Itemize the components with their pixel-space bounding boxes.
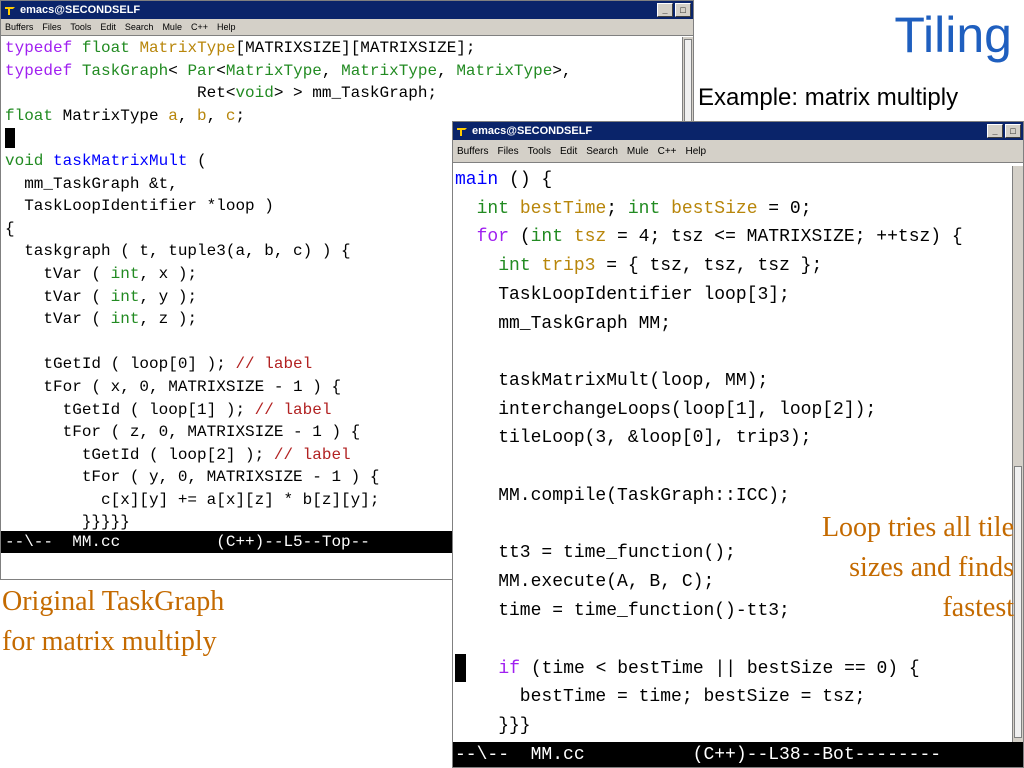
caption-line: for matrix multiply	[2, 626, 217, 657]
caption-line: Loop tries all tile	[821, 512, 1014, 543]
menu-edit[interactable]: Edit	[560, 146, 577, 157]
window-title: emacs@SECONDSELF	[472, 125, 593, 137]
slide-subtitle: Example: matrix multiply	[698, 84, 959, 111]
text-cursor	[455, 653, 466, 682]
window-title: emacs@SECONDSELF	[20, 4, 141, 16]
emacs-logo-icon	[3, 4, 17, 16]
menu-cpp[interactable]: C++	[191, 22, 208, 32]
menu-buffers[interactable]: Buffers	[5, 22, 33, 32]
minimize-icon[interactable]: _	[657, 3, 673, 17]
menu-search[interactable]: Search	[125, 22, 154, 32]
caption-tiling: Loop tries all tile sizes and finds fast…	[754, 508, 1014, 628]
menu-edit[interactable]: Edit	[100, 22, 116, 32]
maximize-icon[interactable]: □	[675, 3, 691, 17]
menu-search[interactable]: Search	[586, 146, 618, 157]
window-titlebar[interactable]: emacs@SECONDSELF _ □	[453, 122, 1023, 140]
caption-line: sizes and finds	[849, 552, 1014, 583]
menu-files[interactable]: Files	[42, 22, 61, 32]
menu-bar: Buffers Files Tools Edit Search Mule C++…	[1, 19, 693, 36]
menu-help[interactable]: Help	[686, 146, 707, 157]
menu-tools[interactable]: Tools	[528, 146, 551, 157]
scrollbar-thumb[interactable]	[1014, 466, 1022, 738]
caption-line: fastest	[942, 592, 1014, 623]
maximize-icon[interactable]: □	[1005, 124, 1021, 138]
menu-buffers[interactable]: Buffers	[457, 146, 489, 157]
caption-line: Original TaskGraph	[2, 586, 225, 617]
menu-mule[interactable]: Mule	[162, 22, 182, 32]
menu-tools[interactable]: Tools	[70, 22, 91, 32]
emacs-window-tiling[interactable]: emacs@SECONDSELF _ □ Buffers Files Tools…	[452, 121, 1024, 768]
minimize-icon[interactable]: _	[987, 124, 1003, 138]
menu-bar: Buffers Files Tools Edit Search Mule C++…	[453, 140, 1023, 163]
window-titlebar[interactable]: emacs@SECONDSELF _ □	[1, 1, 693, 19]
scrollbar[interactable]	[1012, 166, 1023, 742]
menu-files[interactable]: Files	[498, 146, 519, 157]
menu-cpp[interactable]: C++	[658, 146, 677, 157]
caption-original: Original TaskGraph for matrix multiply	[2, 582, 224, 662]
slide-title: Tiling	[894, 7, 1012, 63]
menu-mule[interactable]: Mule	[627, 146, 649, 157]
text-cursor	[5, 128, 15, 149]
menu-help[interactable]: Help	[217, 22, 236, 32]
mode-line: --\-- MM.cc (C++)--L38--Bot--------	[453, 742, 1023, 767]
emacs-logo-icon	[455, 125, 469, 137]
code-editor[interactable]: main () { int bestTime; int bestSize = 0…	[453, 166, 963, 741]
